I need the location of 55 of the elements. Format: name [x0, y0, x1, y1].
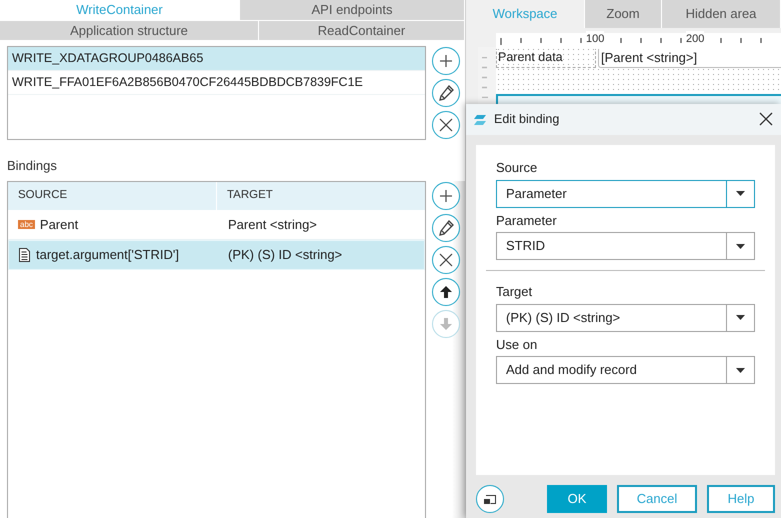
pencil-button[interactable]	[432, 79, 460, 107]
table-cell-text: target.argument['STRID']	[36, 246, 179, 264]
close-button[interactable]	[432, 246, 460, 274]
canvas-label[interactable]: Parent data	[496, 47, 596, 68]
field-label: Parameter	[496, 212, 558, 230]
up-arrow-icon	[439, 284, 454, 298]
close-icon	[759, 112, 773, 126]
tab[interactable]: Hidden area	[662, 0, 781, 28]
ruler-label: 200	[686, 31, 704, 48]
pencil-button[interactable]	[432, 214, 460, 242]
field-label: Use on	[496, 336, 538, 354]
pencil-icon	[438, 220, 454, 236]
list-item[interactable]: WRITE_XDATAGROUP0486AB65	[8, 47, 425, 71]
close-icon	[439, 252, 454, 266]
window-icon	[483, 493, 497, 505]
tab[interactable]: API endpoints	[240, 0, 465, 20]
app-logo-icon	[474, 114, 486, 124]
plus-icon	[439, 54, 453, 68]
pencil-icon	[438, 85, 454, 101]
caret-icon	[736, 244, 745, 248]
document-icon	[18, 246, 31, 262]
dropdown[interactable]: STRID	[496, 232, 755, 260]
column-header[interactable]: TARGET	[217, 182, 273, 210]
ruler-label: 100	[586, 31, 604, 48]
tab[interactable]: ReadContainer	[259, 20, 465, 41]
close-button[interactable]	[432, 111, 460, 139]
field-label: Source	[496, 159, 538, 177]
close-button[interactable]	[759, 112, 775, 128]
tab[interactable]: Zoom	[585, 0, 662, 28]
table-cell: (PK) (S) ID <string>	[228, 246, 342, 262]
table-cell: Parent <string>	[228, 216, 317, 232]
caret-icon	[736, 191, 745, 196]
table-cell-text: Parent	[40, 216, 78, 234]
column-header[interactable]: SOURCE	[8, 182, 217, 210]
field-label: Target	[496, 283, 534, 301]
tab[interactable]: Application structure	[0, 20, 259, 41]
text-type-icon: abc	[18, 220, 35, 229]
close-icon	[439, 118, 453, 132]
table-row[interactable]: target.argument['STRID'] (PK) (S) ID <string>	[8, 240, 426, 270]
plus-button[interactable]	[432, 182, 460, 210]
dialog-title: Edit binding	[494, 111, 560, 128]
section-label: Bindings	[6, 157, 58, 175]
plus-button[interactable]	[432, 47, 460, 75]
up-arrow-button[interactable]	[432, 278, 460, 306]
dropdown[interactable]: Parameter	[496, 180, 755, 208]
dropdown[interactable]: Add and modify record	[496, 356, 755, 384]
down-arrow-icon	[439, 316, 454, 330]
caret-icon	[736, 315, 745, 320]
dropdown[interactable]: (PK) (S) ID <string>	[496, 304, 755, 332]
canvas-field[interactable]: [Parent <string>]	[598, 47, 781, 68]
caret-icon	[736, 368, 745, 372]
window-mode-button[interactable]	[476, 485, 504, 513]
plus-icon	[439, 188, 454, 202]
list-item[interactable]: WRITE_FFA01EF6A2B856B0470CF26445BDBDCB7839FC1E	[8, 71, 425, 95]
vertical-ruler	[482, 57, 488, 98]
